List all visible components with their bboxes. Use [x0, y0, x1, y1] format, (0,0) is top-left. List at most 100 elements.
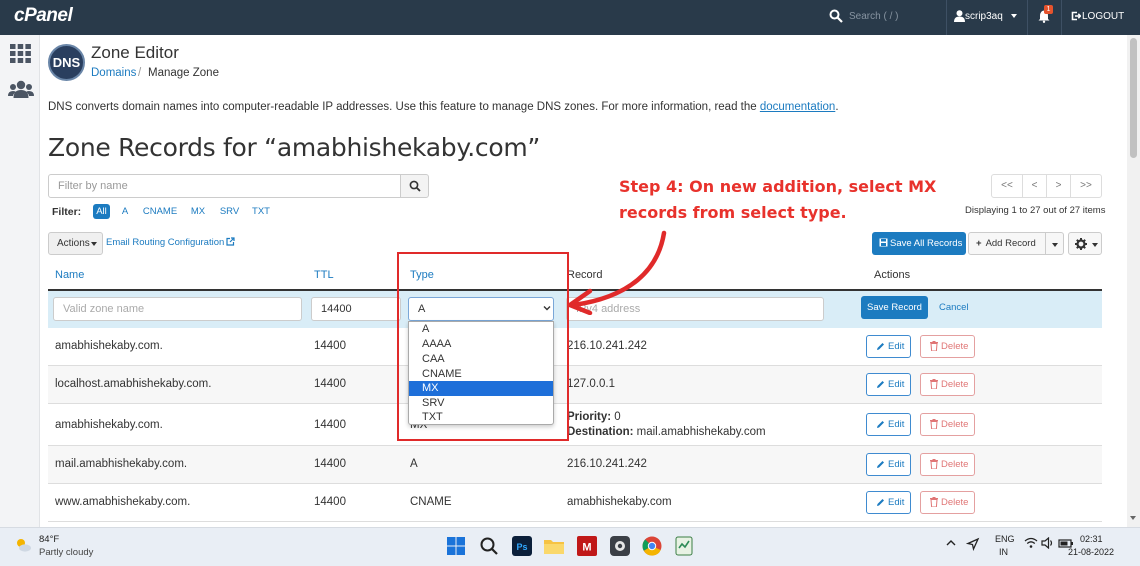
weather-temperature: 84°F [39, 534, 60, 545]
delete-button[interactable]: Delete [920, 491, 975, 514]
logout-button[interactable]: LOGOUT [1082, 11, 1124, 22]
ttl-input[interactable]: 14400 [311, 297, 401, 321]
chevron-down-icon[interactable] [1011, 14, 1017, 18]
mcafee-icon[interactable]: M [576, 535, 598, 557]
delete-button[interactable]: Delete [920, 413, 975, 436]
trash-icon [930, 379, 938, 389]
edit-button[interactable]: Edit [866, 453, 911, 476]
clock-date[interactable]: 21-08-2022 [1068, 547, 1114, 557]
breadcrumb-current: Manage Zone [148, 67, 219, 79]
column-header-ttl[interactable]: TTL [314, 269, 334, 281]
column-header-name[interactable]: Name [55, 269, 84, 281]
delete-label: Delete [941, 459, 969, 470]
notepad-icon[interactable] [673, 535, 695, 557]
search-input[interactable]: Search ( / ) [849, 11, 898, 22]
clock-time[interactable]: 02:31 [1080, 534, 1103, 544]
actions-dropdown-button[interactable]: Actions [48, 232, 103, 255]
delete-button[interactable]: Delete [920, 373, 975, 396]
scroll-down-arrow-icon[interactable] [1130, 516, 1136, 520]
breadcrumb-domains-link[interactable]: Domains [91, 67, 136, 79]
filter-chip-srv[interactable]: SRV [219, 204, 240, 219]
save-all-records-button[interactable]: Save All Records [872, 232, 966, 255]
sidebar [0, 35, 40, 527]
row-destination: Destination: mail.amabhishekaby.com [567, 426, 766, 438]
filter-by-name-input[interactable] [48, 174, 401, 198]
trash-icon [930, 419, 938, 429]
wifi-icon[interactable] [1024, 537, 1038, 549]
logout-icon[interactable] [1071, 11, 1081, 21]
documentation-link[interactable]: documentation [760, 101, 835, 113]
filter-chip-all[interactable]: All [93, 204, 110, 219]
annotation-arrow-icon [567, 230, 667, 315]
filter-chip-txt[interactable]: TXT [251, 204, 271, 219]
priority-value: 0 [614, 411, 621, 423]
pagination-first-button[interactable]: << [991, 174, 1023, 198]
windows-start-icon[interactable] [445, 535, 467, 557]
column-header-actions: Actions [874, 269, 911, 281]
zone-name-placeholder: Valid zone name [63, 303, 145, 315]
intro-text: DNS converts domain names into computer-… [48, 101, 839, 113]
apps-grid-icon[interactable] [10, 44, 31, 63]
file-explorer-icon[interactable] [543, 535, 565, 557]
security-app-icon[interactable] [609, 535, 631, 557]
row-name: amabhishekaby.com. [55, 340, 163, 352]
save-record-button[interactable]: Save Record [861, 296, 928, 319]
partly-cloudy-icon[interactable] [14, 536, 32, 554]
add-record-label: Add Record [985, 238, 1036, 249]
edit-button[interactable]: Edit [866, 413, 911, 436]
add-record-button[interactable]: + Add Record [968, 232, 1046, 255]
pagination-next-button[interactable]: > [1046, 174, 1071, 198]
page-title: Zone Editor [91, 43, 179, 62]
chrome-icon[interactable] [641, 535, 663, 557]
pagination-prev-button[interactable]: < [1022, 174, 1047, 198]
users-icon[interactable] [8, 80, 34, 100]
username-menu[interactable]: scrip3aq [965, 11, 1003, 22]
row-record: 216.10.241.242 [567, 458, 647, 470]
settings-dropdown-button[interactable] [1068, 232, 1102, 255]
scrollbar-thumb[interactable] [1130, 38, 1137, 158]
email-routing-label: Email Routing Configuration [106, 237, 225, 248]
top-navbar: cPanel Search ( / ) scrip3aq 1 LOGOUT [0, 0, 1140, 35]
edit-button[interactable]: Edit [866, 335, 911, 358]
row-ttl: 14400 [314, 458, 346, 470]
filter-chip-mx[interactable]: MX [189, 204, 207, 219]
gear-icon [1075, 238, 1087, 250]
filter-chip-a[interactable]: A [119, 204, 131, 219]
ttl-value: 14400 [321, 303, 352, 315]
svg-text:M: M [582, 542, 591, 554]
language-region[interactable]: IN [999, 547, 1008, 557]
edit-label: Edit [888, 497, 905, 508]
photoshop-icon[interactable]: Ps [511, 535, 533, 557]
row-record: 127.0.0.1 [567, 378, 615, 390]
destination-value: mail.amabhishekaby.com [636, 426, 766, 438]
email-routing-link[interactable]: Email Routing Configuration [106, 237, 235, 248]
delete-label: Delete [941, 497, 969, 508]
edit-button[interactable]: Edit [866, 491, 911, 514]
destination-label: Destination: [567, 426, 634, 438]
add-record-dropdown-toggle[interactable] [1045, 232, 1064, 255]
cpanel-logo[interactable]: cPanel [14, 5, 73, 27]
pagination-info: Displaying 1 to 27 out of 27 items [965, 205, 1106, 216]
trash-icon [930, 459, 938, 469]
dns-logo: DNS [48, 44, 85, 81]
zone-name-input[interactable]: Valid zone name [53, 297, 302, 321]
filter-chip-cname[interactable]: CNAME [142, 204, 178, 219]
search-icon[interactable] [478, 535, 500, 557]
plus-icon: + [976, 238, 982, 249]
delete-button[interactable]: Delete [920, 453, 975, 476]
chevron-down-icon [1052, 243, 1058, 247]
location-arrow-icon[interactable] [966, 537, 980, 551]
pagination-last-button[interactable]: >> [1070, 174, 1102, 198]
divider [1027, 0, 1028, 35]
language-indicator[interactable]: ENG [995, 534, 1015, 544]
delete-button[interactable]: Delete [920, 335, 975, 358]
row-ttl: 14400 [314, 419, 346, 431]
cancel-link[interactable]: Cancel [939, 302, 969, 313]
speaker-icon[interactable] [1041, 537, 1055, 549]
filter-search-button[interactable] [400, 174, 429, 198]
weather-condition: Partly cloudy [39, 547, 94, 558]
edit-button[interactable]: Edit [866, 373, 911, 396]
search-icon[interactable] [829, 9, 843, 23]
pencil-icon [877, 343, 884, 350]
chevron-up-icon[interactable] [945, 537, 957, 549]
